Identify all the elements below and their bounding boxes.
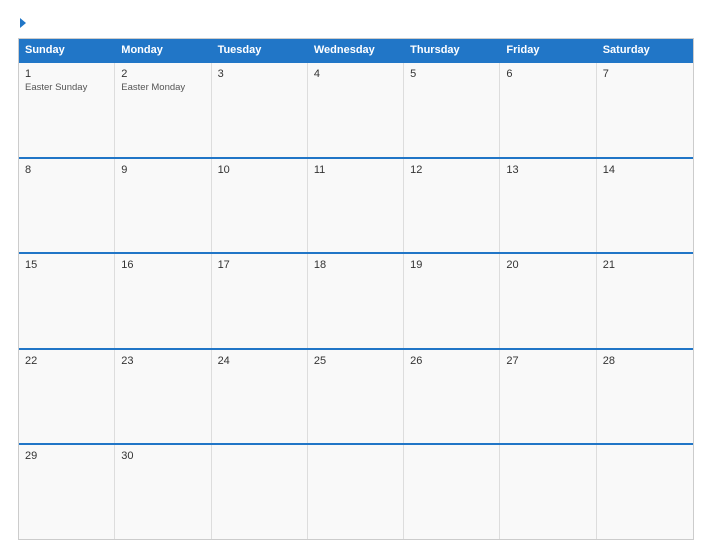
calendar-cell: 1 Easter Sunday: [19, 63, 115, 157]
calendar-cell: [404, 445, 500, 539]
day-number: 19: [410, 259, 493, 271]
day-number: 8: [25, 164, 108, 176]
calendar-cell: 5: [404, 63, 500, 157]
calendar-cell: 9: [115, 159, 211, 253]
calendar-cell: [597, 445, 693, 539]
calendar-event: Easter Monday: [121, 82, 204, 94]
day-number: 26: [410, 355, 493, 367]
calendar-week: 1 Easter Sunday 2 Easter Monday 3 4 5 6 7: [19, 61, 693, 157]
calendar-cell: 6: [500, 63, 596, 157]
page: SundayMondayTuesdayWednesdayThursdayFrid…: [0, 0, 712, 550]
calendar-cell: 28: [597, 350, 693, 444]
calendar-cell: 2 Easter Monday: [115, 63, 211, 157]
day-number: 25: [314, 355, 397, 367]
day-number: 28: [603, 355, 687, 367]
calendar-week: 8 9 10 11 12 13 14: [19, 157, 693, 253]
logo-triangle-icon: [20, 18, 26, 28]
day-number: 17: [218, 259, 301, 271]
calendar-cell: 18: [308, 254, 404, 348]
day-number: 3: [218, 68, 301, 80]
calendar-cell: 29: [19, 445, 115, 539]
calendar-cell: 27: [500, 350, 596, 444]
day-number: 12: [410, 164, 493, 176]
day-number: 13: [506, 164, 589, 176]
calendar-cell: 10: [212, 159, 308, 253]
calendar-week: 29 30: [19, 443, 693, 539]
calendar-cell: 13: [500, 159, 596, 253]
day-number: 23: [121, 355, 204, 367]
calendar-cell: [308, 445, 404, 539]
day-number: 6: [506, 68, 589, 80]
day-number: 24: [218, 355, 301, 367]
day-number: 9: [121, 164, 204, 176]
calendar-body: 1 Easter Sunday 2 Easter Monday 3 4 5 6 7 8 9 10 11 1…: [19, 61, 693, 539]
calendar-cell: 23: [115, 350, 211, 444]
day-number: 15: [25, 259, 108, 271]
day-number: 7: [603, 68, 687, 80]
day-number: 30: [121, 450, 204, 462]
day-number: 1: [25, 68, 108, 80]
calendar-cell: 7: [597, 63, 693, 157]
day-number: 14: [603, 164, 687, 176]
day-number: 16: [121, 259, 204, 271]
day-number: 10: [218, 164, 301, 176]
calendar-cell: [500, 445, 596, 539]
day-number: 22: [25, 355, 108, 367]
day-number: 4: [314, 68, 397, 80]
calendar-cell: 17: [212, 254, 308, 348]
calendar: SundayMondayTuesdayWednesdayThursdayFrid…: [18, 38, 694, 540]
calendar-cell: 12: [404, 159, 500, 253]
calendar-cell: 19: [404, 254, 500, 348]
calendar-event: Easter Sunday: [25, 82, 108, 94]
calendar-cell: 16: [115, 254, 211, 348]
calendar-header: SundayMondayTuesdayWednesdayThursdayFrid…: [19, 39, 693, 61]
calendar-cell: 3: [212, 63, 308, 157]
calendar-cell: 30: [115, 445, 211, 539]
calendar-header-cell: Wednesday: [308, 39, 404, 61]
calendar-header-cell: Sunday: [19, 39, 115, 61]
calendar-cell: 21: [597, 254, 693, 348]
calendar-header-cell: Monday: [115, 39, 211, 61]
calendar-cell: 4: [308, 63, 404, 157]
calendar-cell: 11: [308, 159, 404, 253]
calendar-header-cell: Tuesday: [212, 39, 308, 61]
calendar-cell: 8: [19, 159, 115, 253]
calendar-cell: 15: [19, 254, 115, 348]
calendar-header-cell: Saturday: [597, 39, 693, 61]
header: [18, 18, 694, 28]
day-number: 2: [121, 68, 204, 80]
day-number: 21: [603, 259, 687, 271]
day-number: 18: [314, 259, 397, 271]
day-number: 27: [506, 355, 589, 367]
calendar-cell: 26: [404, 350, 500, 444]
calendar-header-cell: Friday: [500, 39, 596, 61]
day-number: 29: [25, 450, 108, 462]
calendar-week: 15 16 17 18 19 20 21: [19, 252, 693, 348]
day-number: 5: [410, 68, 493, 80]
logo: [18, 18, 26, 28]
calendar-cell: 25: [308, 350, 404, 444]
calendar-cell: [212, 445, 308, 539]
calendar-cell: 20: [500, 254, 596, 348]
logo-blue-text: [18, 18, 26, 28]
calendar-week: 22 23 24 25 26 27 28: [19, 348, 693, 444]
calendar-cell: 22: [19, 350, 115, 444]
calendar-header-cell: Thursday: [404, 39, 500, 61]
day-number: 11: [314, 164, 397, 176]
calendar-cell: 14: [597, 159, 693, 253]
calendar-cell: 24: [212, 350, 308, 444]
day-number: 20: [506, 259, 589, 271]
